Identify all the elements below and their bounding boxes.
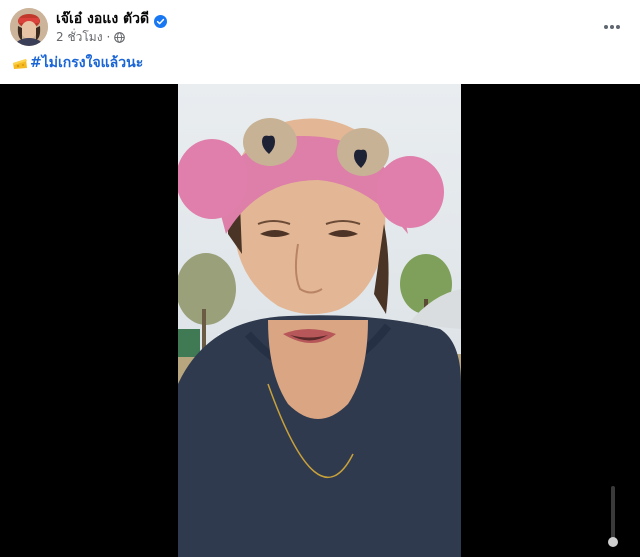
post-header: เจ๊เอ๋ งอแง ตัวดี 2 ชั่วโมง · #ไม่เกรงใจ… — [0, 0, 640, 84]
volume-slider[interactable] — [607, 486, 619, 548]
more-options-button[interactable] — [598, 12, 626, 36]
post-caption: #ไม่เกรงใจแล้วนะ — [12, 53, 143, 73]
author-row: เจ๊เอ๋ งอแง ตัวดี — [56, 9, 168, 29]
author-avatar[interactable] — [10, 8, 48, 46]
globe-icon[interactable] — [114, 31, 126, 43]
hashtag-link[interactable]: #ไม่เกรงใจแล้วนะ — [30, 52, 143, 74]
video-player[interactable] — [0, 84, 640, 557]
verified-badge-icon — [154, 13, 168, 28]
meta-separator: · — [106, 30, 111, 44]
post-timestamp[interactable]: 2 ชั่วโมง — [56, 28, 103, 47]
cheese-emoji-icon — [12, 56, 28, 70]
volume-slider-icon — [607, 486, 619, 552]
video-frame[interactable] — [178, 84, 461, 557]
post-meta: 2 ชั่วโมง · — [56, 28, 126, 47]
more-options-icon — [603, 15, 621, 34]
